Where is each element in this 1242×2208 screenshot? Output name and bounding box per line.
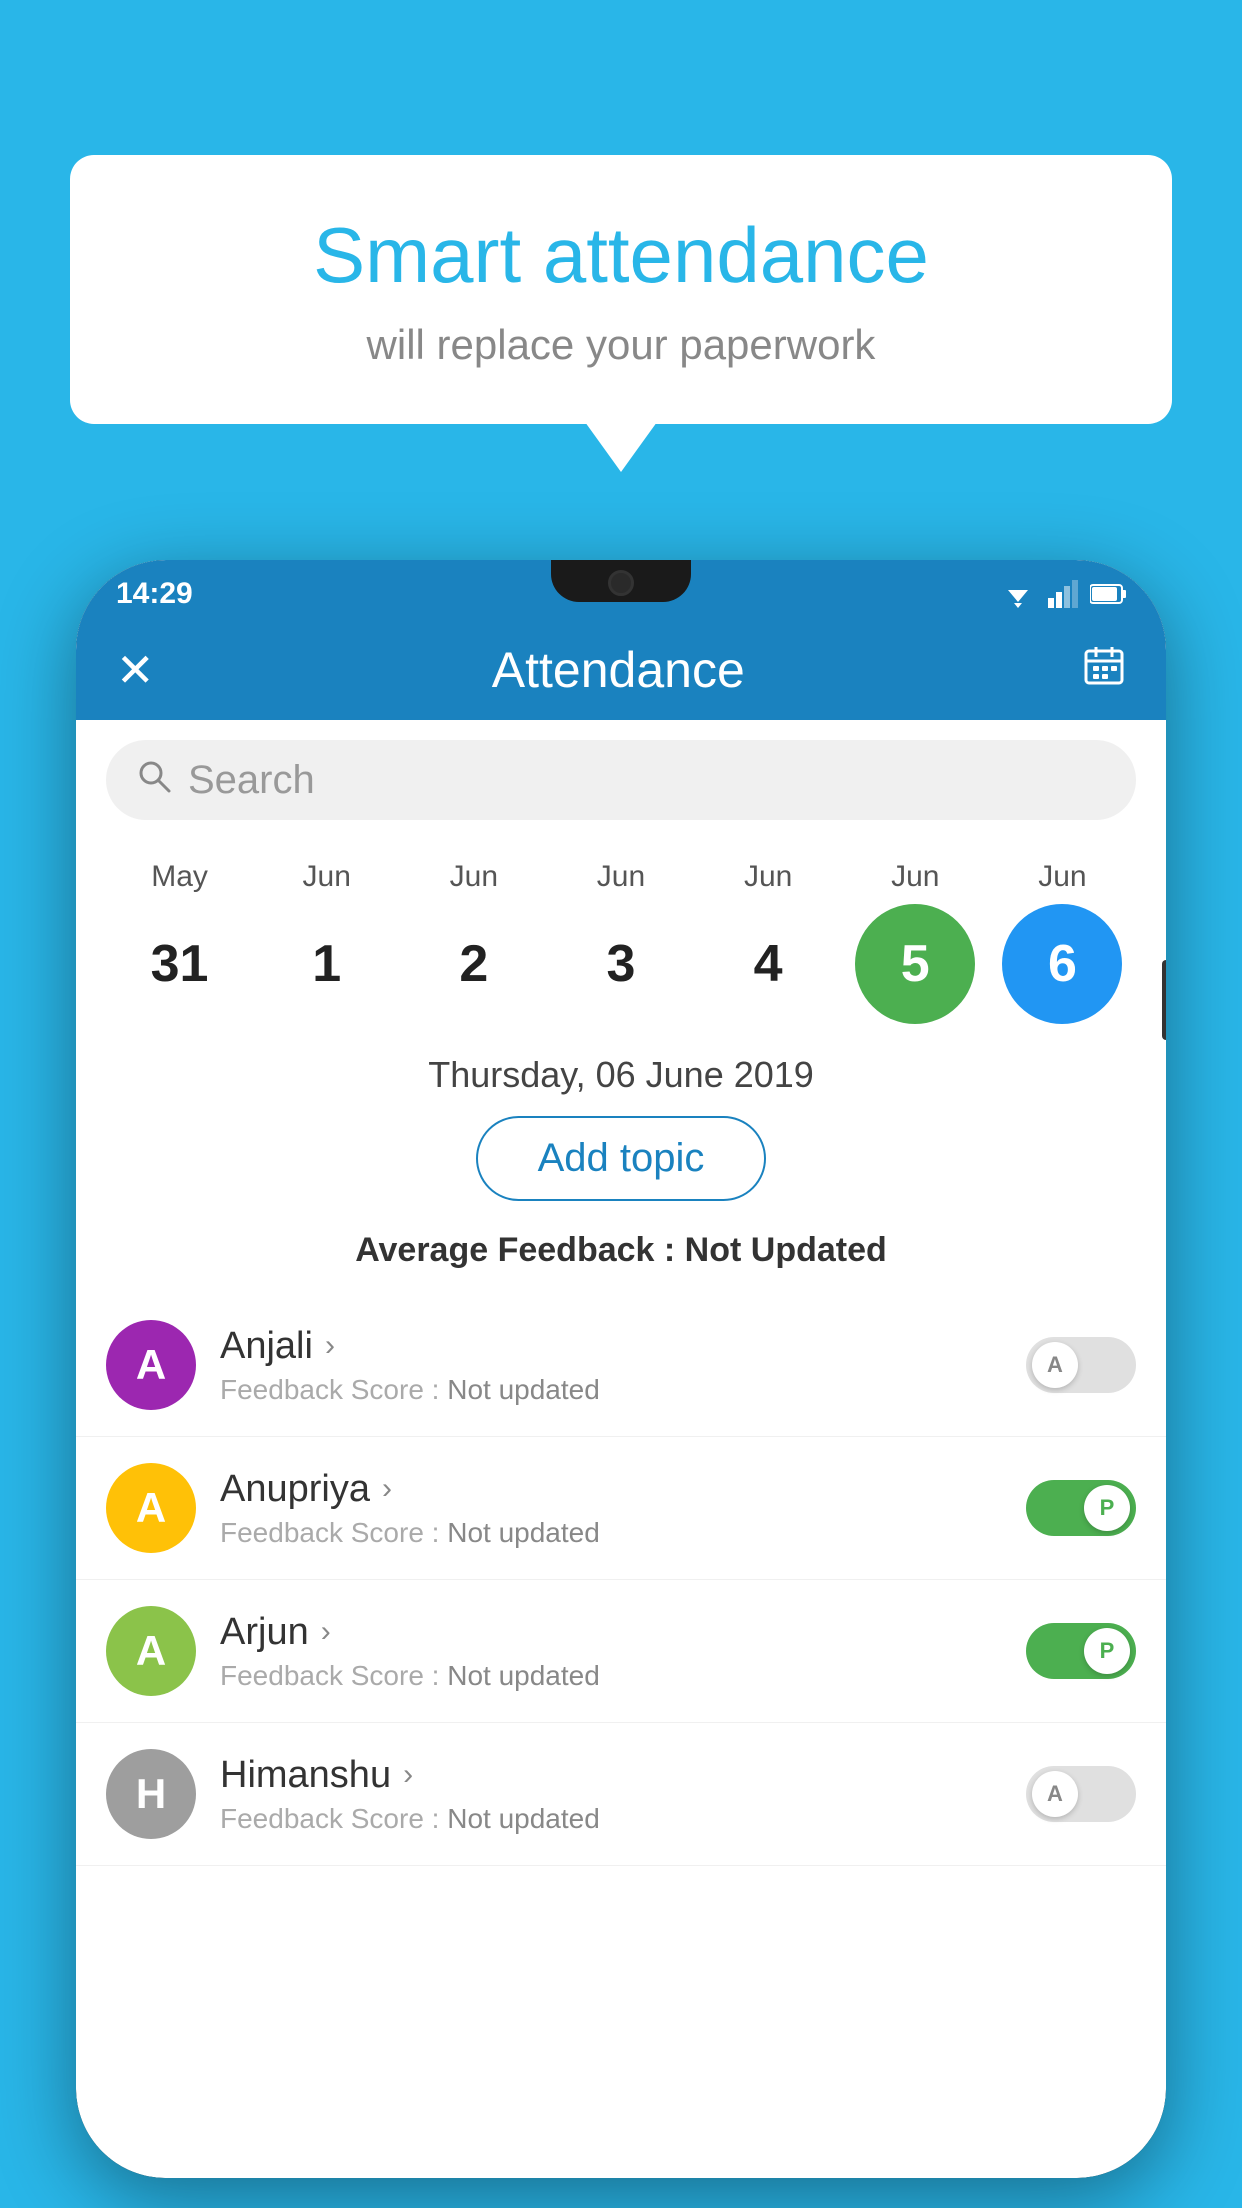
- toggle-knob-arjun: P: [1084, 1628, 1130, 1674]
- chevron-icon-anjali: ›: [325, 1329, 335, 1363]
- calendar-day-3[interactable]: 3: [561, 904, 681, 1024]
- speech-bubble-title: Smart attendance: [130, 210, 1112, 301]
- calendar-day-0[interactable]: 31: [120, 904, 240, 1024]
- student-name-himanshu: Himanshu ›: [220, 1754, 1002, 1797]
- avatar-anjali: A: [106, 1320, 196, 1410]
- student-item-anupriya[interactable]: A Anupriya › Feedback Score : Not update…: [76, 1437, 1166, 1580]
- calendar-day-4[interactable]: 4: [708, 904, 828, 1024]
- month-3: Jun: [561, 860, 681, 894]
- chevron-icon-himanshu: ›: [403, 1758, 413, 1792]
- app-bar-title: Attendance: [492, 641, 745, 699]
- student-info-arjun: Arjun › Feedback Score : Not updated: [220, 1611, 1002, 1692]
- chevron-icon-arjun: ›: [321, 1615, 331, 1649]
- student-name-anjali: Anjali ›: [220, 1325, 1002, 1368]
- calendar-day-2[interactable]: 2: [414, 904, 534, 1024]
- student-info-anupriya: Anupriya › Feedback Score : Not updated: [220, 1468, 1002, 1549]
- student-item-himanshu[interactable]: H Himanshu › Feedback Score : Not update…: [76, 1723, 1166, 1866]
- month-2: Jun: [414, 860, 534, 894]
- calendar-strip: May Jun Jun Jun Jun Jun Jun 31 1 2 3 4 5…: [76, 840, 1166, 1034]
- phone-notch: [551, 560, 691, 602]
- student-feedback-anupriya: Feedback Score : Not updated: [220, 1517, 1002, 1549]
- status-time: 14:29: [116, 569, 193, 611]
- app-bar: ✕ Attendance: [76, 620, 1166, 720]
- month-6: Jun: [1002, 860, 1122, 894]
- avg-feedback: Average Feedback : Not Updated: [76, 1221, 1166, 1294]
- toggle-anupriya[interactable]: P: [1026, 1480, 1136, 1536]
- toggle-arjun[interactable]: P: [1026, 1623, 1136, 1679]
- calendar-day-6[interactable]: 6: [1002, 904, 1122, 1024]
- signal-icon: [1048, 580, 1078, 608]
- avatar-arjun: A: [106, 1606, 196, 1696]
- speech-bubble-subtitle: will replace your paperwork: [130, 321, 1112, 369]
- toggle-knob-himanshu: A: [1032, 1771, 1078, 1817]
- search-bar[interactable]: Search: [106, 740, 1136, 820]
- student-feedback-anjali: Feedback Score : Not updated: [220, 1374, 1002, 1406]
- calendar-icon: [1082, 643, 1126, 687]
- add-topic-container: Add topic: [76, 1106, 1166, 1221]
- toggle-anjali[interactable]: A: [1026, 1337, 1136, 1393]
- student-info-anjali: Anjali › Feedback Score : Not updated: [220, 1325, 1002, 1406]
- student-list: A Anjali › Feedback Score : Not updated …: [76, 1294, 1166, 1866]
- month-0: May: [120, 860, 240, 894]
- wifi-icon: [1000, 580, 1036, 608]
- student-name-arjun: Arjun ›: [220, 1611, 1002, 1654]
- avg-feedback-value: Not Updated: [685, 1231, 887, 1269]
- month-4: Jun: [708, 860, 828, 894]
- search-placeholder: Search: [188, 758, 315, 803]
- phone-camera: [608, 570, 634, 596]
- power-button: [1162, 960, 1166, 1040]
- search-container: Search: [76, 720, 1166, 840]
- avatar-himanshu: H: [106, 1749, 196, 1839]
- speech-bubble: Smart attendance will replace your paper…: [70, 155, 1172, 424]
- toggle-knob-anupriya: P: [1084, 1485, 1130, 1531]
- calendar-button[interactable]: [1082, 643, 1126, 698]
- close-button[interactable]: ✕: [116, 643, 155, 697]
- avg-feedback-label: Average Feedback :: [355, 1231, 684, 1269]
- student-info-himanshu: Himanshu › Feedback Score : Not updated: [220, 1754, 1002, 1835]
- avatar-anupriya: A: [106, 1463, 196, 1553]
- date-label: Thursday, 06 June 2019: [76, 1034, 1166, 1106]
- status-icons: [1000, 572, 1126, 608]
- toggle-himanshu[interactable]: A: [1026, 1766, 1136, 1822]
- add-topic-button[interactable]: Add topic: [476, 1116, 767, 1201]
- battery-icon: [1090, 583, 1126, 605]
- phone-frame: 14:29: [76, 560, 1166, 2178]
- student-item-arjun[interactable]: A Arjun › Feedback Score : Not updated P: [76, 1580, 1166, 1723]
- student-item-anjali[interactable]: A Anjali › Feedback Score : Not updated …: [76, 1294, 1166, 1437]
- calendar-day-5[interactable]: 5: [855, 904, 975, 1024]
- student-name-anupriya: Anupriya ›: [220, 1468, 1002, 1511]
- student-feedback-arjun: Feedback Score : Not updated: [220, 1660, 1002, 1692]
- search-icon: [136, 758, 172, 803]
- calendar-day-1[interactable]: 1: [267, 904, 387, 1024]
- month-5: Jun: [855, 860, 975, 894]
- student-feedback-himanshu: Feedback Score : Not updated: [220, 1803, 1002, 1835]
- calendar-days: 31 1 2 3 4 5 6: [106, 904, 1136, 1024]
- toggle-knob-anjali: A: [1032, 1342, 1078, 1388]
- calendar-months: May Jun Jun Jun Jun Jun Jun: [106, 860, 1136, 894]
- chevron-icon-anupriya: ›: [382, 1472, 392, 1506]
- month-1: Jun: [267, 860, 387, 894]
